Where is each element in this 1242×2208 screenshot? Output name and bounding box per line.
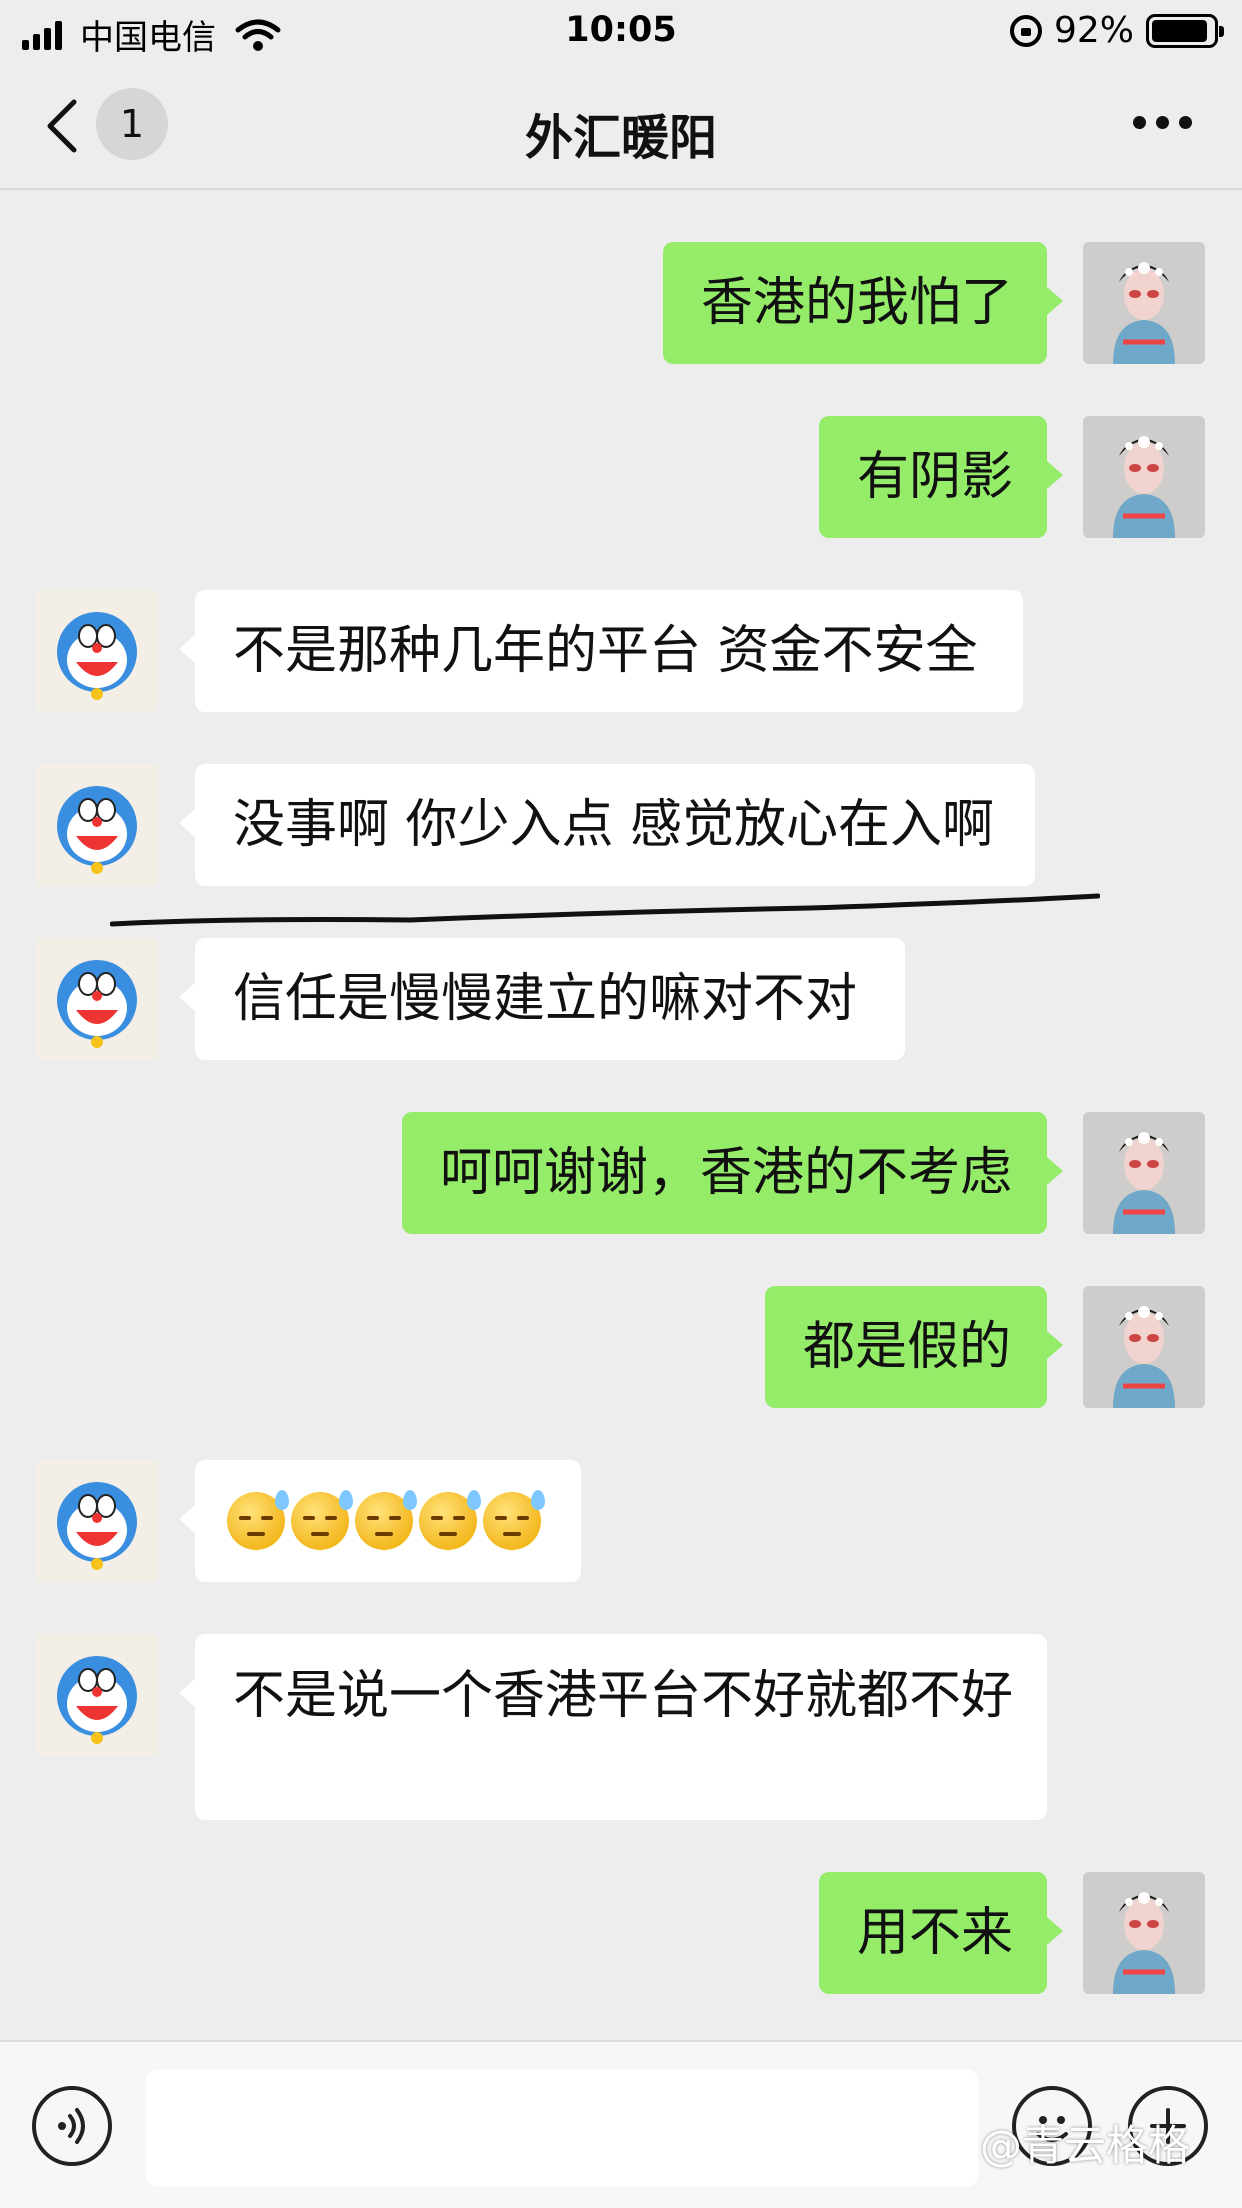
- status-right: 92%: [1009, 10, 1224, 51]
- orientation-lock-icon: [1009, 14, 1042, 47]
- avatar-contact[interactable]: [36, 938, 158, 1060]
- more-dots-icon[interactable]: [1133, 116, 1192, 129]
- avatar-contact[interactable]: [36, 1460, 158, 1582]
- incoming-message-bubble[interactable]: [195, 1460, 581, 1582]
- outgoing-message-bubble[interactable]: 香港的我怕了: [663, 242, 1047, 364]
- outgoing-message-bubble[interactable]: 有阴影: [819, 416, 1047, 538]
- incoming-message-bubble[interactable]: 信任是慢慢建立的嘛对不对: [195, 938, 905, 1060]
- avatar-self[interactable]: [1083, 1872, 1205, 1994]
- incoming-message-bubble[interactable]: 不是那种几年的平台 资金不安全: [195, 590, 1023, 712]
- avatar-self[interactable]: [1083, 1112, 1205, 1234]
- watermark: @青云格格: [980, 2121, 1191, 2170]
- bubble-tail: [179, 983, 195, 1011]
- chat-header: 1 外汇暖阳: [0, 62, 1242, 190]
- sweat-expressionless-emoji: [483, 1490, 545, 1550]
- bubble-tail: [1047, 287, 1063, 315]
- handwritten-underline: [110, 893, 1100, 927]
- avatar-contact[interactable]: [36, 590, 158, 712]
- avatar-self[interactable]: [1083, 1286, 1205, 1408]
- voice-icon[interactable]: [32, 2086, 112, 2166]
- bubble-tail: [1047, 1331, 1063, 1359]
- avatar-self[interactable]: [1083, 416, 1205, 538]
- emoji-row: [227, 1460, 549, 1582]
- sweat-expressionless-emoji: [419, 1490, 481, 1550]
- bubble-tail: [179, 809, 195, 837]
- bubble-tail: [1047, 1157, 1063, 1185]
- bubble-tail: [179, 1679, 195, 1707]
- sweat-expressionless-emoji: [291, 1490, 353, 1550]
- incoming-message-bubble[interactable]: 不是说一个香港平台不好就都不好: [195, 1634, 1047, 1820]
- bubble-tail: [179, 1505, 195, 1533]
- avatar-contact[interactable]: [36, 1634, 158, 1756]
- battery-percent: 92%: [1053, 10, 1134, 51]
- battery-icon: [1146, 13, 1224, 48]
- outgoing-message-bubble[interactable]: 呵呵谢谢，香港的不考虑: [402, 1112, 1047, 1234]
- sweat-expressionless-emoji: [227, 1490, 289, 1550]
- message-text-field[interactable]: [146, 2070, 978, 2186]
- outgoing-message-bubble[interactable]: 用不来: [819, 1872, 1047, 1994]
- avatar-self[interactable]: [1083, 242, 1205, 364]
- status-bar: 中国电信 10:05 92%: [0, 0, 1242, 62]
- bubble-tail: [1047, 1917, 1063, 1945]
- outgoing-message-bubble[interactable]: 都是假的: [765, 1286, 1047, 1408]
- incoming-message-bubble[interactable]: 没事啊 你少入点 感觉放心在入啊: [195, 764, 1035, 886]
- sweat-expressionless-emoji: [355, 1490, 417, 1550]
- bubble-tail: [179, 635, 195, 663]
- avatar-contact[interactable]: [36, 764, 158, 886]
- chat-title: 外汇暖阳: [524, 110, 717, 166]
- bubble-tail: [1047, 461, 1063, 489]
